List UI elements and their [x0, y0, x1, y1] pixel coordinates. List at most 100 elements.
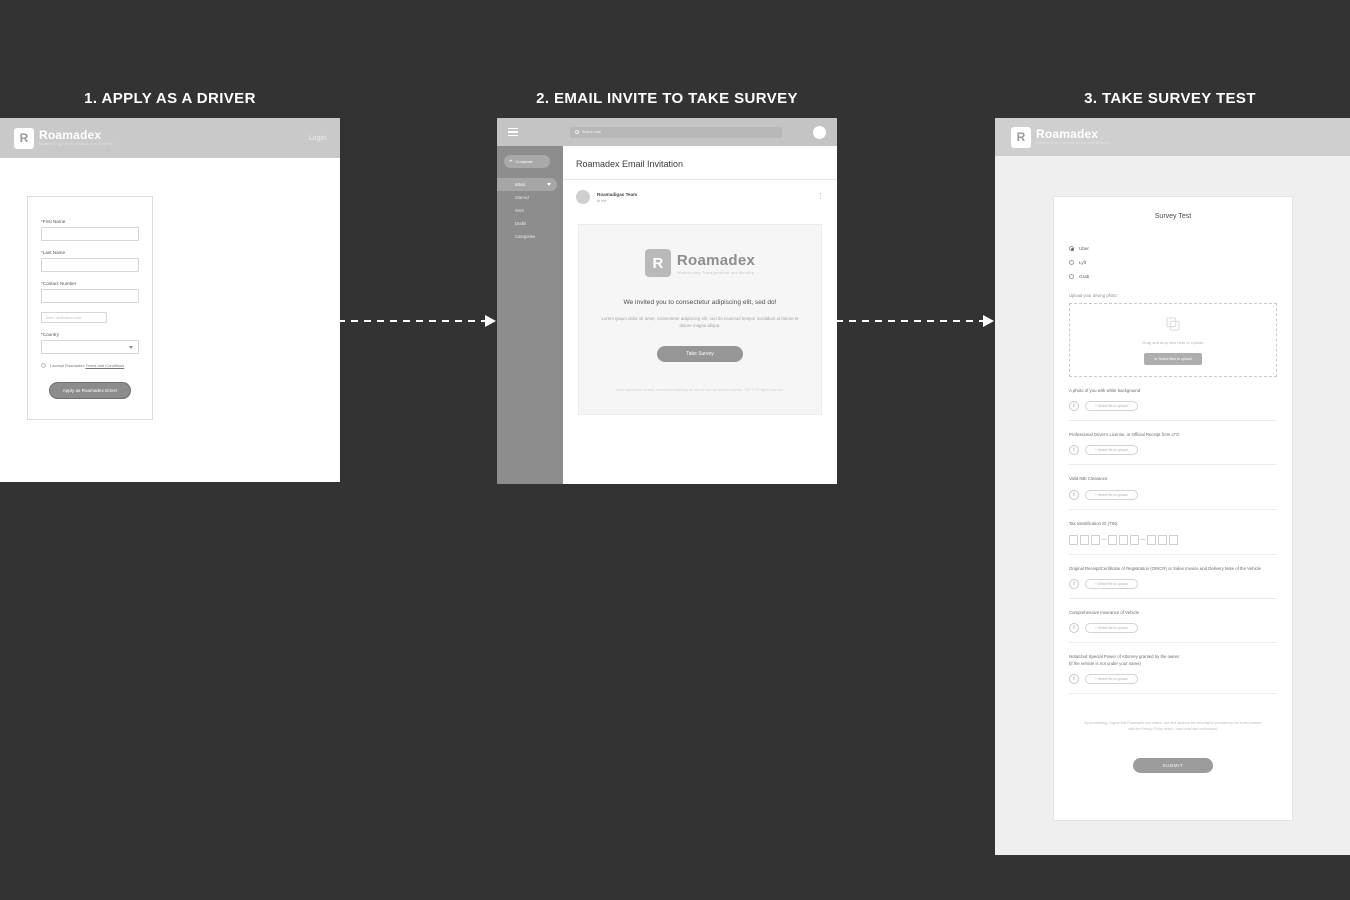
- document-upload[interactable]: ⇪ + Select file to upload: [1069, 401, 1277, 412]
- document-row: Professional Driver's License, or Offici…: [1069, 421, 1277, 466]
- sidebar-item-starred[interactable]: Starred: [497, 191, 563, 204]
- attach-icon: ⇪: [1069, 489, 1079, 500]
- platform-label: Uber: [1079, 246, 1089, 251]
- verification-code-placeholder: Enter verification code: [46, 316, 82, 320]
- document-row-tin: Tax Identification ID (TIN): [1069, 510, 1277, 555]
- tin-separator: [1102, 539, 1106, 541]
- compose-label: Compose: [515, 159, 533, 164]
- arrow-line: [836, 320, 984, 322]
- tin-digit[interactable]: [1080, 534, 1089, 545]
- mail-paragraph: Lorem ipsum dolor sit amet, consectetur …: [601, 316, 799, 329]
- tin-digit[interactable]: [1169, 534, 1178, 545]
- document-label: Comprehensive Insurance of Vehicle: [1069, 610, 1139, 616]
- brand-logo[interactable]: R Roamadex Modernizing Transportation an…: [1011, 126, 1111, 148]
- sidebar-item-inbox[interactable]: Inbox: [497, 178, 557, 191]
- select-file-button[interactable]: + Select file to upload: [1085, 623, 1138, 634]
- apply-form: *First Name *Last Name *Contact Number E…: [27, 196, 153, 420]
- brand-name: Roamadex: [39, 128, 102, 143]
- apply-header: R Roamadex Modernizing Transportation an…: [0, 118, 340, 158]
- take-survey-button[interactable]: Take Survey: [657, 345, 743, 362]
- document-row: Valid NBI Clearance ⇪ + Select file to u…: [1069, 465, 1277, 510]
- survey-submit-button[interactable]: SUBMIT: [1133, 758, 1213, 774]
- mail-search-input[interactable]: Search mail: [570, 126, 782, 138]
- tin-digit[interactable]: [1130, 534, 1139, 545]
- avatar[interactable]: [813, 125, 826, 139]
- contact-number-input[interactable]: [41, 289, 139, 303]
- tin-digit[interactable]: [1108, 534, 1117, 545]
- terms-row[interactable]: I accept Roamadex Terms and Conditions: [41, 363, 139, 368]
- photo-dropzone[interactable]: Drag and drop files here to Upload or Se…: [1069, 303, 1277, 377]
- mail-body: R Roamadex Modernizing Transportation an…: [578, 224, 822, 415]
- tin-digit[interactable]: [1158, 534, 1167, 545]
- login-link[interactable]: Login: [309, 135, 326, 142]
- compose-button[interactable]: + Compose: [504, 155, 550, 168]
- platform-label: Lyft: [1079, 260, 1087, 265]
- document-upload[interactable]: ⇪ + Select file to upload: [1069, 445, 1277, 456]
- mail-footer: Lorem ipsum dolor sit amet, consectetur …: [616, 387, 784, 392]
- sidebar-item-drafts[interactable]: Drafts: [497, 217, 563, 230]
- survey-screen: R Roamadex Modernizing Transportation an…: [995, 118, 1350, 855]
- select-file-button[interactable]: + Select file to upload: [1085, 401, 1138, 412]
- document-upload[interactable]: ⇪ + Select file to upload: [1069, 623, 1277, 634]
- select-file-button[interactable]: + Select file to upload: [1085, 673, 1138, 684]
- select-files-button[interactable]: or Select files to upload: [1144, 352, 1202, 365]
- document-upload[interactable]: ⇪ + Select file to upload: [1069, 579, 1277, 590]
- flow-arrow-2: [836, 315, 994, 327]
- brand-logo[interactable]: R Roamadex Modernizing Transportation an…: [14, 127, 114, 149]
- document-upload[interactable]: ⇪ + Select file to upload: [1069, 489, 1277, 500]
- brand-tagline: Modernizing Transportation and Mobility: [39, 142, 114, 147]
- first-name-label: *First Name: [41, 219, 66, 224]
- attach-icon: ⇪: [1069, 401, 1079, 412]
- apply-submit-button[interactable]: Apply as Roamadex Driver: [49, 382, 131, 399]
- document-row: A photo of you with white background ⇪ +…: [1069, 377, 1277, 422]
- tin-digit[interactable]: [1091, 534, 1100, 545]
- document-label: Tax Identification ID (TIN): [1069, 520, 1118, 526]
- country-select[interactable]: [41, 340, 139, 354]
- attach-icon: ⇪: [1069, 673, 1079, 684]
- platform-option-grab[interactable]: Grab: [1069, 274, 1277, 279]
- terms-checkbox[interactable]: [41, 363, 46, 368]
- tin-digit[interactable]: [1147, 534, 1156, 545]
- radio-icon[interactable]: [1069, 260, 1074, 265]
- select-file-button[interactable]: + Select file to upload: [1085, 579, 1138, 590]
- flow-diagram: 1. APPLY AS A DRIVER 2. EMAIL INVITE TO …: [0, 0, 1350, 900]
- first-name-input[interactable]: [41, 227, 139, 241]
- radio-icon[interactable]: [1069, 246, 1074, 251]
- select-file-button[interactable]: + Select file to upload: [1085, 445, 1138, 456]
- mail-brand-text: Roamadex Modernizing Transportation and …: [677, 252, 755, 275]
- sidebar-label: Categories: [515, 234, 536, 239]
- verification-code-input[interactable]: Enter verification code: [41, 312, 107, 323]
- sidebar-item-categories[interactable]: Categories: [497, 230, 563, 243]
- chevron-down-icon: [129, 346, 133, 349]
- attach-icon: ⇪: [1069, 579, 1079, 590]
- last-name-input[interactable]: [41, 258, 139, 272]
- radio-icon[interactable]: [1069, 274, 1074, 279]
- terms-link[interactable]: Terms and Conditions: [86, 363, 125, 368]
- tin-digit[interactable]: [1119, 534, 1128, 545]
- sidebar-item-sent[interactable]: Sent: [497, 204, 563, 217]
- mail-main: + Compose Inbox Starred Sent Drafts Cate…: [497, 146, 837, 484]
- document-row: Comprehensive Insurance of Vehicle ⇪ + S…: [1069, 599, 1277, 644]
- platform-option-uber[interactable]: Uber: [1069, 246, 1277, 251]
- select-file-button[interactable]: + Select file to upload: [1085, 489, 1138, 500]
- terms-label: I accept Roamadex Terms and Conditions: [50, 363, 124, 368]
- more-options-icon[interactable]: ⋮: [817, 193, 824, 200]
- brand-tagline: Modernizing Transportation and Mobility: [1036, 141, 1111, 146]
- upload-image-icon: [1166, 316, 1180, 331]
- sender-name: Roamadigas Team: [597, 191, 638, 197]
- attach-icon: ⇪: [1069, 445, 1079, 456]
- document-upload[interactable]: ⇪ + Select file to upload: [1069, 673, 1277, 684]
- flow-arrow-1: [338, 315, 496, 327]
- tin-digit[interactable]: [1069, 534, 1078, 545]
- mail-sender-row: Roamadigas Team to me ⋮: [563, 180, 837, 214]
- apply-body: *First Name *Last Name *Contact Number E…: [0, 158, 340, 420]
- attach-icon: ⇪: [1069, 623, 1079, 634]
- sidebar-label: Drafts: [515, 221, 527, 226]
- tin-input-group[interactable]: [1069, 534, 1277, 545]
- mail-brand-logo: R Roamadex Modernizing Transportation an…: [595, 249, 805, 277]
- plus-icon: +: [509, 158, 513, 165]
- mail-reading-pane: Roamadex Email Invitation Roamadigas Tea…: [563, 146, 837, 484]
- hamburger-menu-icon[interactable]: [508, 127, 518, 137]
- platform-option-lyft[interactable]: Lyft: [1069, 260, 1277, 265]
- arrow-line: [338, 320, 486, 322]
